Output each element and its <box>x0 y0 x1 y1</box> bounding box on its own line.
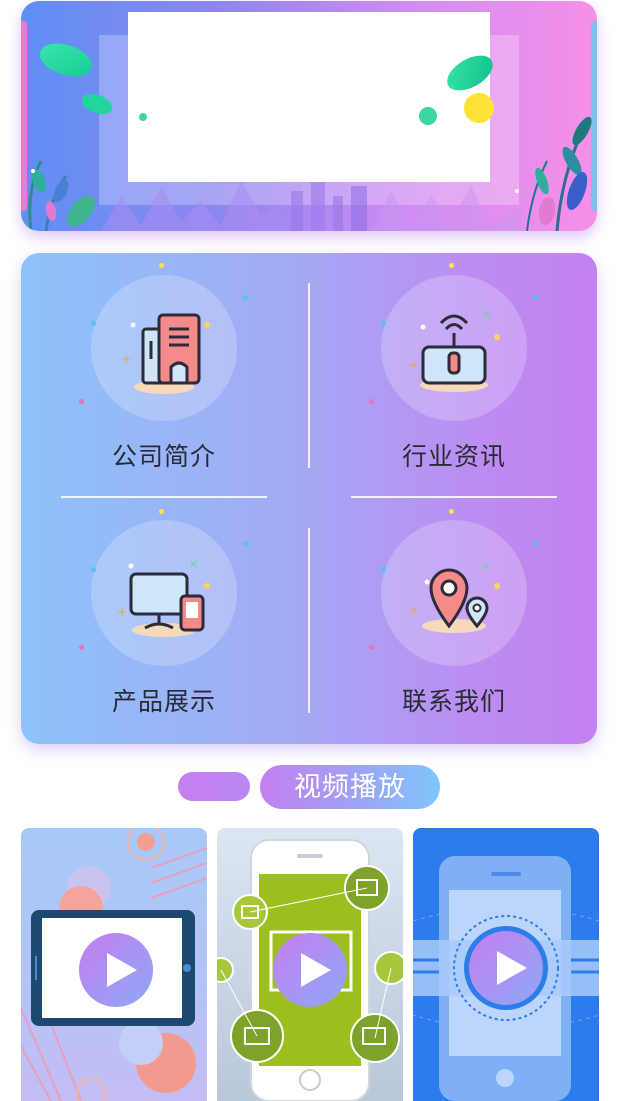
sparkle-decoration <box>533 541 538 546</box>
svg-text:+: + <box>409 603 419 617</box>
grid-divider <box>308 528 310 713</box>
svg-text:✕: ✕ <box>481 560 490 573</box>
sparkle-decoration <box>533 295 538 300</box>
section-title-video: 视频播放 <box>260 765 440 809</box>
svg-text:+: + <box>409 358 419 372</box>
play-button[interactable] <box>79 933 153 1007</box>
sparkle-decoration <box>369 645 374 650</box>
video-card[interactable] <box>413 828 599 1101</box>
play-button[interactable] <box>469 931 543 1005</box>
video-card[interactable] <box>21 828 207 1101</box>
hero-banner[interactable] <box>21 1 597 231</box>
building-icon: + <box>121 313 210 394</box>
grid-divider <box>308 283 310 468</box>
svg-text:✕: ✕ <box>189 558 198 571</box>
location-pin-icon: + ✕ <box>409 560 500 633</box>
menu-item-industry-news[interactable]: + ✕ 行业资讯 <box>344 253 564 478</box>
leaf-decoration <box>419 107 437 125</box>
plants-left-decoration <box>28 160 95 231</box>
section-title-ornament <box>178 772 250 801</box>
svg-text:✕: ✕ <box>481 308 491 322</box>
sparkle-decoration <box>91 321 96 326</box>
dot-decoration <box>139 113 147 121</box>
sparkle-decoration <box>369 399 374 404</box>
menu-item-label: 产品展示 <box>111 688 216 716</box>
sparkle-decoration <box>91 567 96 572</box>
play-button[interactable] <box>273 933 347 1007</box>
banner-skyline-illustration <box>101 181 521 231</box>
banner-content-card <box>128 12 490 182</box>
svg-text:+: + <box>121 352 131 366</box>
menu-item-label: 公司简介 <box>111 443 216 471</box>
menu-grid: + 公司简介 + ✕ 行业资讯 + ✕ 产品展示 + ✕ 联系我们 <box>21 253 597 744</box>
computer-phone-icon: + ✕ <box>117 558 210 637</box>
menu-item-contact-us[interactable]: + ✕ 联系我们 <box>344 498 564 723</box>
sparkle-decoration <box>79 645 84 650</box>
menu-item-label: 行业资讯 <box>401 443 506 471</box>
sparkle-decoration <box>243 541 248 546</box>
video-card[interactable] <box>217 828 403 1101</box>
svg-text:+: + <box>117 605 127 619</box>
menu-item-label: 联系我们 <box>401 688 506 716</box>
menu-item-company-intro[interactable]: + 公司简介 <box>54 253 274 478</box>
sparkle-decoration <box>449 509 454 514</box>
leaf-decoration <box>35 37 97 83</box>
sparkle-decoration <box>159 263 164 268</box>
router-icon: + ✕ <box>409 308 500 392</box>
sparkle-decoration <box>449 263 454 268</box>
sparkle-decoration <box>159 509 164 514</box>
plants-right-decoration <box>515 116 592 231</box>
sparkle-decoration <box>381 321 386 326</box>
sparkle-decoration <box>381 567 386 572</box>
sparkle-decoration <box>243 295 248 300</box>
sparkle-decoration <box>79 399 84 404</box>
menu-item-products[interactable]: + ✕ 产品展示 <box>54 498 274 723</box>
